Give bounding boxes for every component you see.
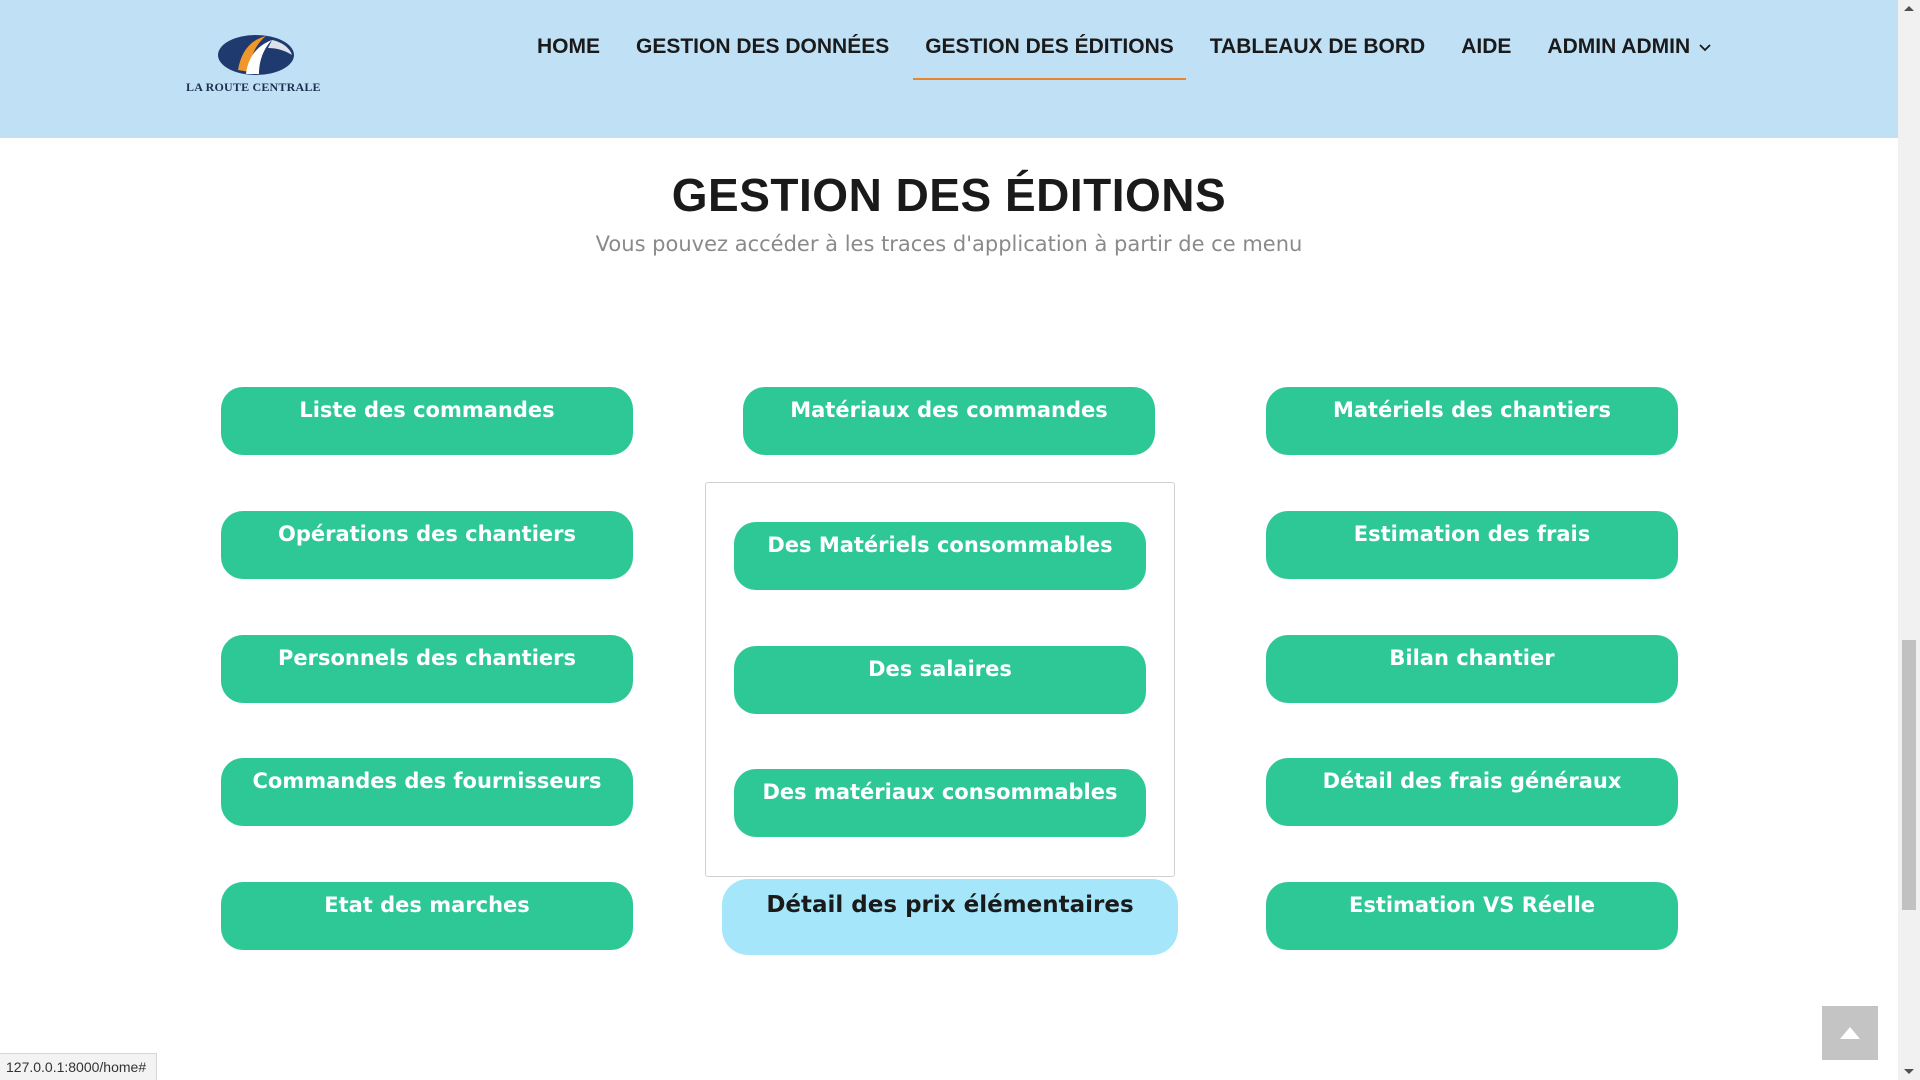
back-to-top-button[interactable] <box>1822 1006 1878 1060</box>
detail-prix-elementaires-button[interactable]: Détail des prix élémentaires <box>722 879 1178 955</box>
nav-gestion-donnees[interactable]: GESTION DES DONNÉES <box>624 32 901 62</box>
site-header: LA ROUTE CENTRALE HOME GESTION DES DONNÉ… <box>0 0 1898 138</box>
detail-frais-generaux-button[interactable]: Détail des frais généraux <box>1266 758 1678 826</box>
estimation-vs-reelle-button[interactable]: Estimation VS Réelle <box>1266 882 1678 950</box>
logo-text: LA ROUTE CENTRALE <box>186 80 321 94</box>
nav-admin-label: ADMIN ADMIN <box>1547 34 1691 58</box>
page: LA ROUTE CENTRALE HOME GESTION DES DONNÉ… <box>0 0 1920 1080</box>
nav-home[interactable]: HOME <box>525 32 612 62</box>
content-area: LA ROUTE CENTRALE HOME GESTION DES DONNÉ… <box>0 0 1898 1080</box>
logo[interactable]: LA ROUTE CENTRALE <box>186 30 326 100</box>
bilan-chantier-button[interactable]: Bilan chantier <box>1266 635 1678 703</box>
scroll-down-arrow-icon[interactable] <box>1904 1069 1914 1074</box>
personnels-chantiers-button[interactable]: Personnels des chantiers <box>221 635 633 703</box>
liste-commandes-button[interactable]: Liste des commandes <box>221 387 633 455</box>
chevron-down-icon <box>1698 32 1712 62</box>
salaires-button[interactable]: Des salaires <box>734 646 1146 714</box>
scroll-up-arrow-icon[interactable] <box>1904 6 1914 11</box>
page-subtitle: Vous pouvez accéder à les traces d'appli… <box>595 232 1303 256</box>
vertical-scrollbar[interactable] <box>1898 0 1920 1080</box>
nav-tableaux-de-bord[interactable]: TABLEAUX DE BORD <box>1198 32 1437 62</box>
chevron-up-icon <box>1840 1027 1860 1039</box>
nav-gestion-editions[interactable]: GESTION DES ÉDITIONS <box>913 32 1186 80</box>
materiaux-consommables-button[interactable]: Des matériaux consommables <box>734 769 1146 837</box>
main-nav: HOME GESTION DES DONNÉES GESTION DES ÉDI… <box>525 30 1736 80</box>
nav-aide[interactable]: AIDE <box>1449 32 1523 62</box>
estimation-frais-button[interactable]: Estimation des frais <box>1266 511 1678 579</box>
commandes-fournisseurs-button[interactable]: Commandes des fournisseurs <box>221 758 633 826</box>
materiels-consommables-button[interactable]: Des Matériels consommables <box>734 522 1146 590</box>
etat-marches-button[interactable]: Etat des marches <box>221 882 633 950</box>
operations-chantiers-button[interactable]: Opérations des chantiers <box>221 511 633 579</box>
scrollbar-thumb[interactable] <box>1902 640 1916 910</box>
nav-admin-menu[interactable]: ADMIN ADMIN <box>1535 32 1724 62</box>
logo-emblem-icon <box>218 35 294 75</box>
browser-status-url: 127.0.0.1:8000/home# <box>0 1053 158 1080</box>
materiaux-commandes-button[interactable]: Matériaux des commandes <box>743 387 1155 455</box>
materiels-chantiers-button[interactable]: Matériels des chantiers <box>1266 387 1678 455</box>
page-title: GESTION DES ÉDITIONS <box>671 169 1227 221</box>
